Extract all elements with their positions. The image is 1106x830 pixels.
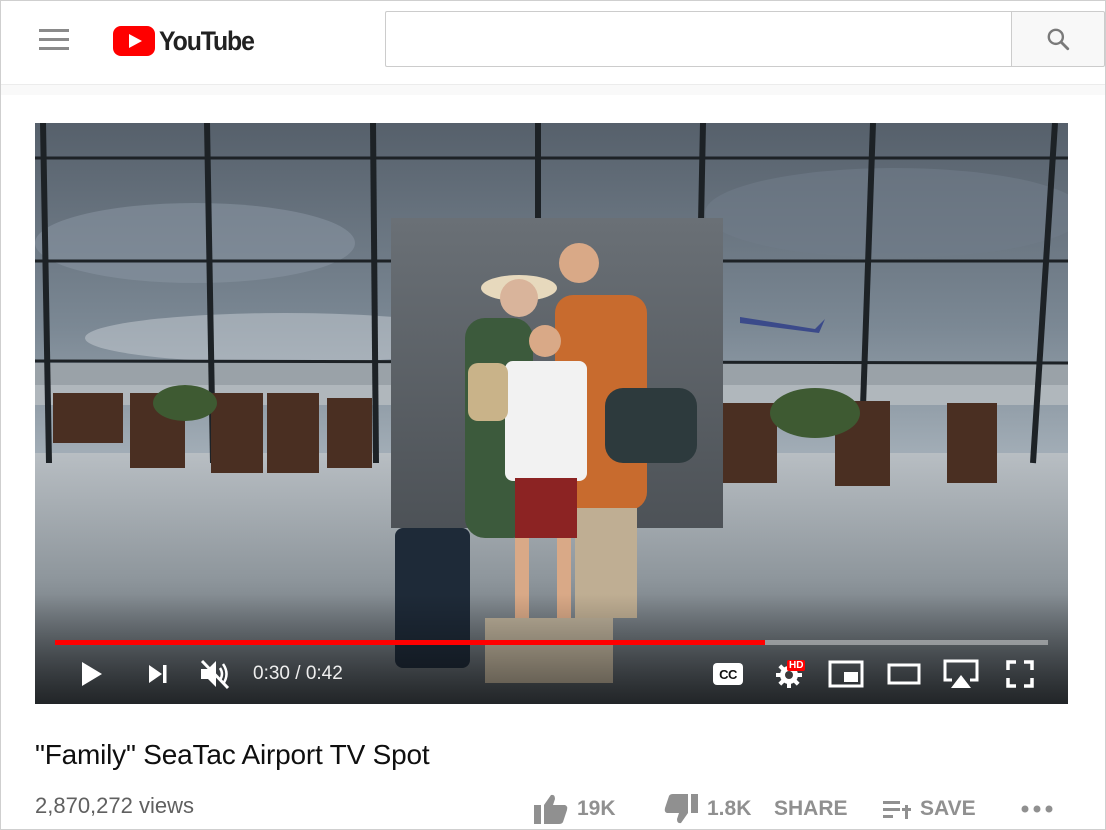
header-divider <box>1 85 1105 95</box>
youtube-wordmark: YouTube <box>159 25 255 56</box>
captions-label: CC <box>719 666 737 682</box>
thumbs-up-icon <box>534 794 568 824</box>
time-display: 0:30 / 0:42 <box>253 663 343 685</box>
like-button[interactable]: 19K <box>533 792 616 826</box>
theater-icon <box>887 663 921 685</box>
view-count: 2,870,272 views <box>35 793 194 818</box>
video-player[interactable]: 0:30 / 0:42 CC HD <box>35 123 1068 704</box>
duration: 0:42 <box>305 663 343 684</box>
search-button[interactable] <box>1011 11 1105 67</box>
menu-icon[interactable] <box>39 29 71 53</box>
progress-bar[interactable] <box>55 640 1048 645</box>
share-button[interactable]: SHARE <box>766 792 848 826</box>
save-button[interactable]: SAVE <box>882 792 976 826</box>
captions-button[interactable]: CC <box>711 657 745 691</box>
fullscreen-icon <box>1006 660 1034 688</box>
save-label: SAVE <box>920 797 976 820</box>
miniplayer-icon <box>828 660 864 688</box>
airplay-icon <box>943 659 979 688</box>
hd-badge: HD <box>787 660 806 671</box>
share-label: SHARE <box>774 797 848 820</box>
play-icon <box>82 662 102 686</box>
thumbs-down-icon <box>664 794 698 824</box>
fullscreen-button[interactable] <box>1003 657 1037 691</box>
youtube-play-logo-icon <box>113 26 155 56</box>
settings-button[interactable]: HD <box>770 657 810 691</box>
theater-mode-button[interactable] <box>885 657 923 691</box>
video-title: "Family" SeaTac Airport TV Spot <box>35 739 430 770</box>
youtube-logo[interactable]: YouTube <box>113 25 262 57</box>
captions-icon: CC <box>713 663 743 685</box>
current-time: 0:30 <box>253 663 290 684</box>
more-icon <box>1021 805 1053 813</box>
search-icon <box>1047 28 1070 51</box>
like-count: 19K <box>577 797 616 820</box>
progress-played <box>55 640 765 645</box>
next-icon <box>149 665 167 683</box>
search-input[interactable] <box>385 11 1011 67</box>
time-separator: / <box>289 663 306 684</box>
miniplayer-button[interactable] <box>827 657 865 691</box>
dislike-button[interactable]: 1.8K <box>663 792 751 826</box>
mute-button[interactable] <box>195 657 235 691</box>
more-actions-button[interactable] <box>1020 792 1054 826</box>
airplay-button[interactable] <box>941 657 981 691</box>
next-button[interactable] <box>143 657 173 691</box>
volume-muted-icon <box>200 659 230 690</box>
dislike-count: 1.8K <box>707 797 752 820</box>
play-button[interactable] <box>77 657 107 691</box>
playlist-add-icon <box>883 801 911 819</box>
